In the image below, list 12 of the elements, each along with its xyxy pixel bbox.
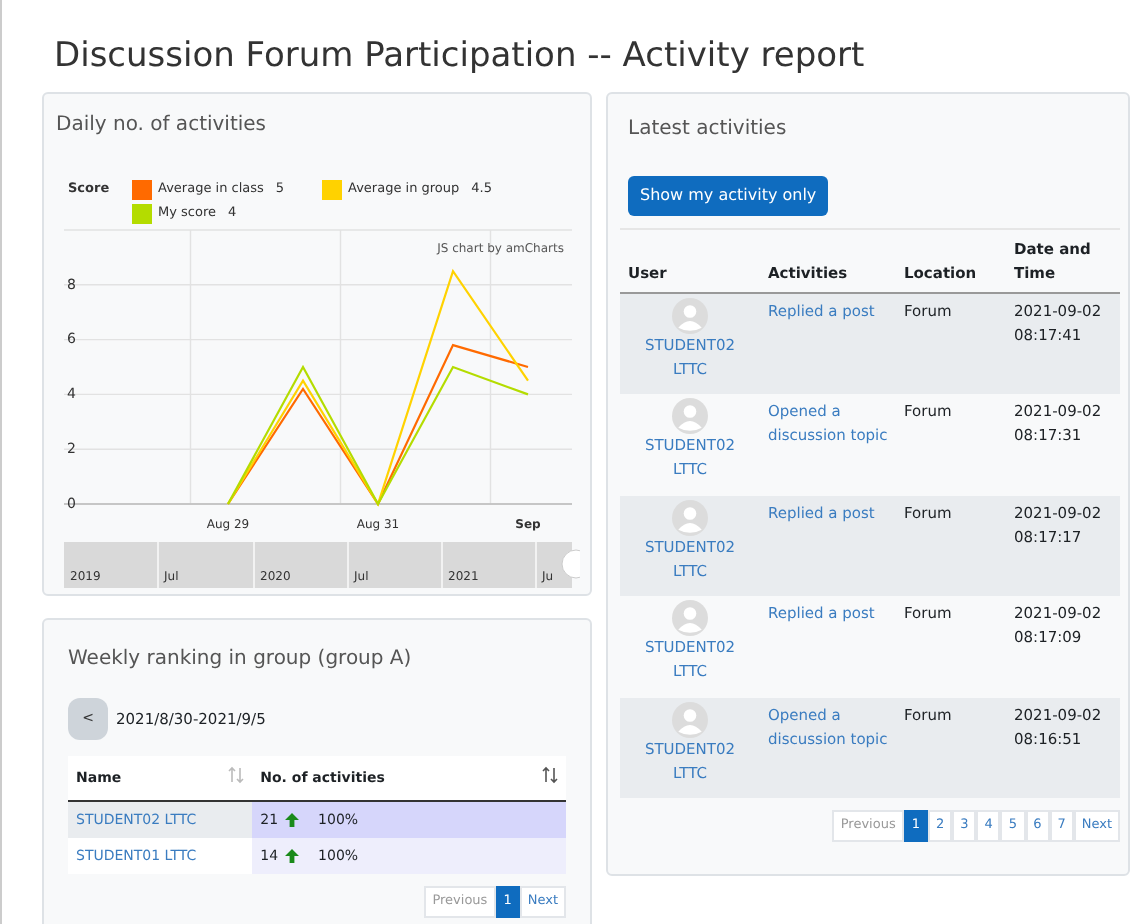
- scroll-handle[interactable]: [561, 549, 580, 579]
- avatar-icon: [672, 298, 708, 334]
- card-title: Daily no. of activities: [56, 112, 269, 140]
- avatar-icon: [672, 600, 708, 636]
- avatar-icon: [672, 398, 708, 434]
- avatar-icon: [672, 701, 708, 737]
- card-title: Weekly ranking in group (group A): [68, 646, 414, 674]
- sort-icon[interactable]: [542, 766, 558, 784]
- avatar-icon: [672, 499, 708, 535]
- card-title: Latest activities: [628, 116, 789, 144]
- show-my-activity-button[interactable]: Show my activity only: [628, 176, 829, 216]
- page-title: Discussion Forum Participation -- Activity report: [54, 36, 867, 76]
